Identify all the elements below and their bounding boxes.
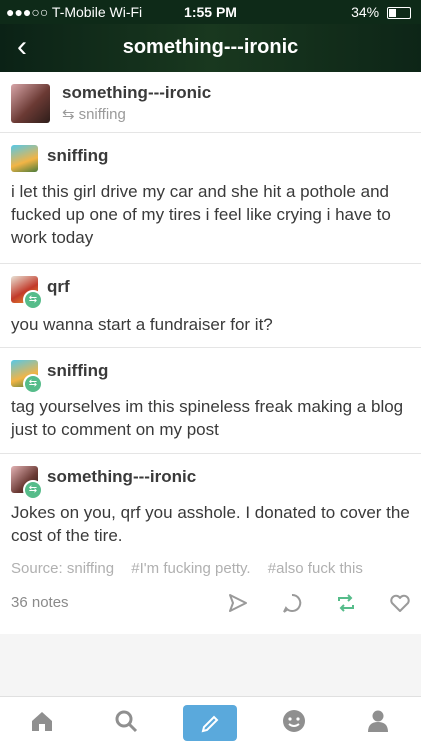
source-link[interactable]: Source: sniffing [11,560,114,577]
reply-icon-glyph [283,593,302,613]
post-header: something---ironic ⇆ sniffing [0,72,421,133]
nav-bar: ‹ something---ironic [0,24,421,72]
like-icon-glyph [390,594,410,612]
thread-entry: sniffing i let this girl drive my car an… [0,133,421,264]
reblog-icon[interactable] [333,592,359,616]
compose-icon-glyph [201,715,219,733]
tab-bar [0,696,421,751]
reblog-badge-icon: ⇆ [23,290,43,310]
blog-name[interactable]: something---ironic [62,83,211,103]
status-bar: ●●●○○ T-Mobile Wi-Fi 1:55 PM 34% [0,0,421,24]
like-icon[interactable] [387,592,413,616]
reply-icon[interactable] [279,592,305,616]
post-card: something---ironic ⇆ sniffing sniffing i … [0,72,421,634]
activity-icon-glyph [283,710,305,732]
username[interactable]: sniffing [47,146,108,166]
battery-indicator: 34% [351,4,411,20]
notes-count[interactable]: 36 notes [11,594,69,611]
username[interactable]: sniffing [47,361,108,381]
entry-text: tag yourselves im this spineless freak m… [11,397,404,439]
compose-icon[interactable] [183,705,237,741]
entry-text: Jokes on you, qrf you asshole. I donated… [11,503,410,545]
tag-link[interactable]: #also fuck this [268,560,363,577]
username[interactable]: qrf [47,277,70,297]
tag-row: Source: sniffing #I'm fucking petty. #al… [11,560,411,577]
username[interactable]: something---ironic [47,467,196,487]
entry-text: you wanna start a fundraiser for it? [11,315,273,334]
account-icon-glyph [368,710,388,732]
thread-entry: ⇆ sniffing tag yourselves im this spinel… [0,348,421,454]
nav-title: something---ironic [122,36,299,58]
home-icon-glyph [32,712,52,731]
share-icon[interactable] [225,592,251,616]
search-icon[interactable] [109,707,143,741]
battery-fill [389,9,396,18]
search-icon-glyph [115,710,138,733]
activity-icon[interactable] [277,707,311,741]
reblog-icon: ⇆ [62,106,75,123]
tag-link[interactable]: #I'm fucking petty. [131,560,250,577]
reblog-badge-icon: ⇆ [23,374,43,394]
reblog-icon-glyph [338,594,354,612]
entry-text: i let this girl drive my car and she hit… [11,182,391,247]
account-icon[interactable] [361,707,395,741]
reblog-source[interactable]: ⇆ sniffing [62,105,126,123]
blog-avatar[interactable] [11,84,50,123]
share-icon-glyph [229,594,247,612]
battery-icon [387,7,411,20]
post-actions [213,592,413,616]
battery-text: 34% [351,4,380,20]
user-avatar[interactable] [11,145,38,172]
thread-entry: ⇆ qrf you wanna start a fundraiser for i… [0,264,421,348]
home-icon[interactable] [25,707,59,741]
reblog-source-name[interactable]: sniffing [79,106,126,123]
reblog-badge-icon: ⇆ [23,480,43,500]
